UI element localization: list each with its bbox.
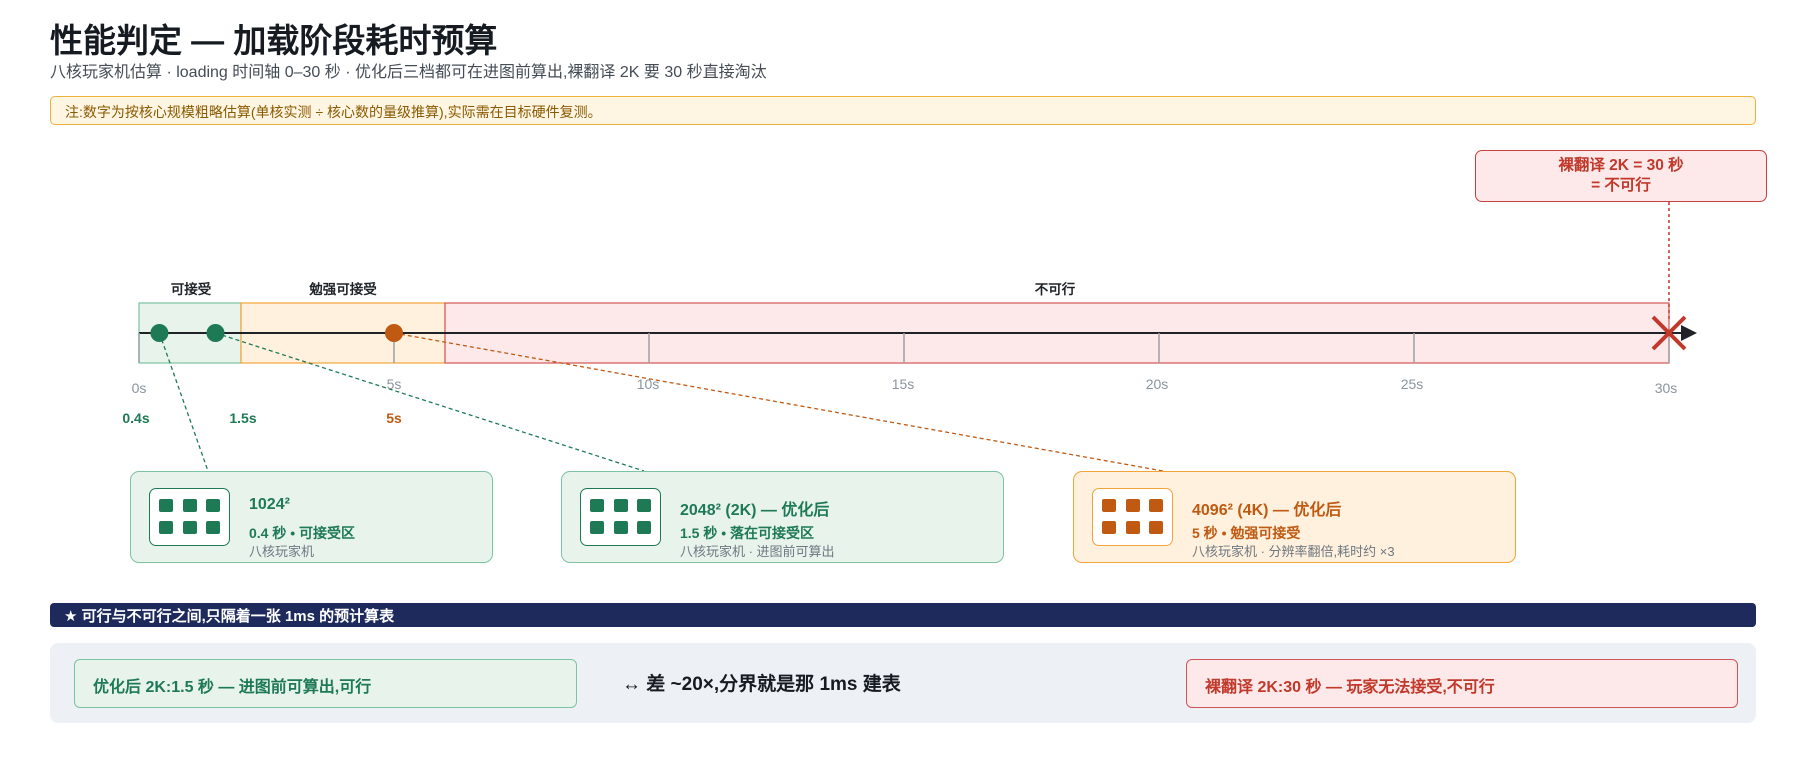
- tick-label-0: 0s: [131, 380, 147, 396]
- card-timing: 1.5 秒 • 落在可接受区: [680, 525, 815, 541]
- card-1024: 1024² 0.4 秒 • 可接受区 八核玩家机: [130, 471, 493, 563]
- tick-label-25: 25s: [1400, 376, 1424, 392]
- tick-label-30: 30s: [1654, 380, 1678, 396]
- card-4096: 4096² (4K) — 优化后 5 秒 • 勉强可接受 八核玩家机 · 分辨率…: [1073, 471, 1516, 563]
- zone-label-acceptable: 可接受: [170, 282, 212, 297]
- card-timing: 0.4 秒 • 可接受区: [249, 525, 356, 541]
- key-insight-banner: ★ 可行与不可行之间,只隔着一张 1ms 的预计算表: [50, 603, 1756, 627]
- card-detail: 八核玩家机 · 分辨率翻倍,耗时约 ×3: [1192, 544, 1395, 559]
- zone-label-infeasible: 不可行: [1034, 282, 1076, 297]
- grid-icon: [1092, 488, 1173, 546]
- card-detail: 八核玩家机 · 进图前可算出: [680, 544, 835, 559]
- optimized-2k-box: 优化后 2K:1.5 秒 — 进图前可算出,可行: [74, 659, 577, 708]
- point-label-1-5s: 1.5s: [229, 410, 257, 426]
- point-label-5s: 5s: [386, 410, 402, 426]
- difference-label: ↔ 差 ~20×,分界就是那 1ms 建表: [622, 674, 901, 695]
- point-marker-2: [385, 324, 403, 342]
- axis-arrow-icon: [1681, 325, 1697, 341]
- card-timing: 5 秒 • 勉强可接受: [1192, 525, 1301, 541]
- point-label-0-4s: 0.4s: [122, 410, 150, 426]
- zone-label-marginal: 勉强可接受: [309, 282, 377, 297]
- bare-translate-2k-box: 裸翻译 2K:30 秒 — 玩家无法接受,不可行: [1186, 659, 1738, 708]
- card-title: 1024²: [249, 496, 290, 513]
- point-marker-0: [150, 324, 169, 342]
- point-marker-1: [206, 324, 225, 342]
- tick-label-15: 15s: [891, 376, 915, 392]
- card-title: 4096² (4K) — 优化后: [1192, 502, 1342, 519]
- comparison-panel: 优化后 2K:1.5 秒 — 进图前可算出,可行 ↔ 差 ~20×,分界就是那 …: [50, 643, 1756, 723]
- grid-icon: [149, 488, 230, 546]
- card-detail: 八核玩家机: [249, 544, 315, 559]
- grid-icon: [580, 488, 661, 546]
- card-2048: 2048² (2K) — 优化后 1.5 秒 • 落在可接受区 八核玩家机 · …: [561, 471, 1004, 563]
- card-title: 2048² (2K) — 优化后: [680, 502, 830, 519]
- tick-label-20: 20s: [1145, 376, 1169, 392]
- tick-label-10: 10s: [636, 376, 660, 392]
- tick-label-5: 5s: [386, 376, 402, 392]
